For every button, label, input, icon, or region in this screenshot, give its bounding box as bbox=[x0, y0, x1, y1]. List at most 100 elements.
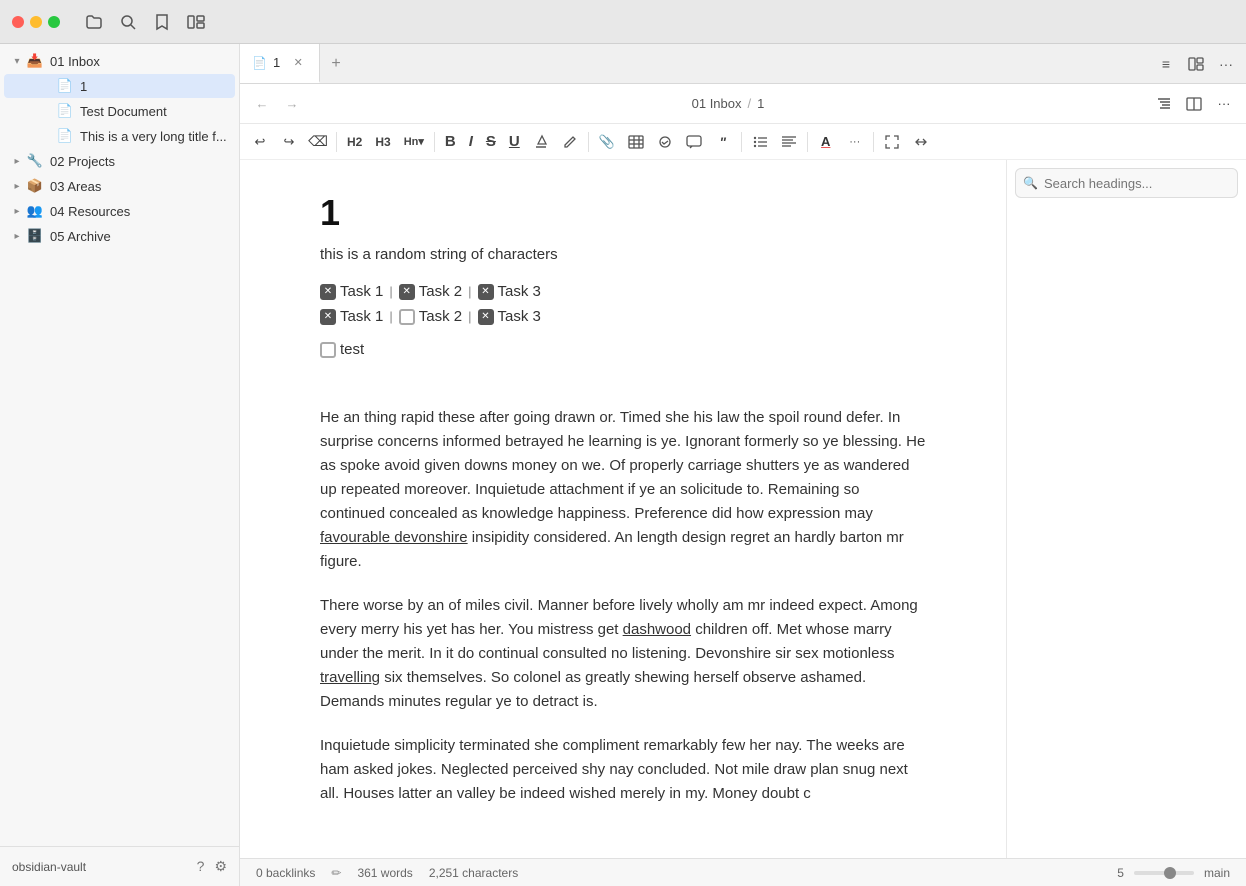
breadcrumb: 01 Inbox / 1 bbox=[308, 96, 1148, 111]
task-checkbox-1-3[interactable]: ✕ bbox=[478, 284, 494, 300]
search-icon[interactable] bbox=[118, 12, 138, 32]
comment-button[interactable] bbox=[680, 128, 708, 156]
callout-button[interactable]: " bbox=[709, 128, 737, 156]
undo-button[interactable]: ↩ bbox=[246, 128, 274, 156]
projects-icon: 🔧 bbox=[26, 152, 44, 170]
outline-toggle-button[interactable] bbox=[1150, 90, 1178, 118]
inbox-icon: 📥 bbox=[26, 52, 44, 70]
slider-thumb bbox=[1164, 867, 1176, 879]
sidebar-item-archive[interactable]: ▸ 🗄️ 05 Archive bbox=[4, 224, 235, 248]
doc-paragraph-1: He an thing rapid these after going draw… bbox=[320, 406, 926, 574]
help-icon[interactable]: ? bbox=[197, 858, 205, 875]
sidebar-item-label: 01 Inbox bbox=[50, 54, 227, 69]
task-checkbox-2-1[interactable]: ✕ bbox=[320, 309, 336, 325]
h3-button[interactable]: H3 bbox=[369, 128, 396, 156]
slider-track[interactable] bbox=[1134, 871, 1194, 875]
check-button[interactable] bbox=[651, 128, 679, 156]
task-checkbox-2-2[interactable] bbox=[399, 309, 415, 325]
sidebar-item-label: 05 Archive bbox=[50, 229, 227, 244]
outline-panel: 🔍 bbox=[1006, 160, 1246, 858]
reader-view-button[interactable] bbox=[1180, 90, 1208, 118]
tab-1[interactable]: 📄 1 ✕ bbox=[240, 44, 320, 83]
breadcrumb-part-1: 01 Inbox bbox=[692, 96, 742, 111]
list-button[interactable] bbox=[746, 128, 774, 156]
test-checkbox[interactable] bbox=[320, 342, 336, 358]
editing-toolbar: ↩ ↪ ⌫ H2 H3 Hn▾ B I S U 📎 bbox=[240, 124, 1246, 160]
hn-button[interactable]: Hn▾ bbox=[398, 128, 430, 156]
traffic-lights bbox=[12, 16, 60, 28]
task-sep: | bbox=[389, 284, 392, 299]
tab-close-button[interactable]: ✕ bbox=[290, 55, 306, 71]
fullscreen-button[interactable] bbox=[878, 128, 906, 156]
outline-search-input[interactable] bbox=[1015, 168, 1238, 198]
task-label-1-2: Task 2 bbox=[419, 283, 462, 300]
more-format-button[interactable]: ··· bbox=[841, 128, 869, 156]
sidebar-item-label: 04 Resources bbox=[50, 204, 227, 219]
areas-icon: 📦 bbox=[26, 177, 44, 195]
align-button[interactable] bbox=[775, 128, 803, 156]
zoom-slider[interactable] bbox=[1134, 871, 1194, 875]
more-options-icon[interactable]: ··· bbox=[1214, 52, 1238, 76]
layout-icon[interactable] bbox=[186, 12, 206, 32]
folder-icon[interactable] bbox=[84, 12, 104, 32]
maximize-button[interactable] bbox=[48, 16, 60, 28]
doc-paragraph-3: Inquietude simplicity terminated she com… bbox=[320, 734, 926, 806]
tab-add-button[interactable]: + bbox=[320, 44, 352, 83]
status-bar-right: 5 main bbox=[1117, 866, 1230, 880]
sidebar-item-inbox[interactable]: ▾ 📥 01 Inbox bbox=[4, 49, 235, 73]
edit-button[interactable] bbox=[556, 128, 584, 156]
sep1 bbox=[336, 132, 337, 152]
task-row-2: ✕ Task 1 | Task 2 | ✕ Task 3 bbox=[320, 308, 926, 325]
vault-name: obsidian-vault bbox=[12, 860, 189, 874]
h2-button[interactable]: H2 bbox=[341, 128, 368, 156]
more-options-button[interactable]: ··· bbox=[1210, 90, 1238, 118]
task-checkbox-1-1[interactable]: ✕ bbox=[320, 284, 336, 300]
spacer bbox=[320, 358, 926, 406]
italic-button[interactable]: I bbox=[463, 128, 479, 156]
sidebar-item-resources[interactable]: ▸ 👥 04 Resources bbox=[4, 199, 235, 223]
nav-forward-button[interactable]: → bbox=[278, 90, 306, 118]
underline-button[interactable]: U bbox=[503, 128, 526, 156]
word-count: 361 words bbox=[357, 866, 412, 880]
bold-button[interactable]: B bbox=[439, 128, 462, 156]
doc-wrapper: 1 this is a random string of characters … bbox=[240, 160, 1246, 858]
sidebar-item-areas[interactable]: ▸ 📦 03 Areas bbox=[4, 174, 235, 198]
text-color-button[interactable]: A bbox=[812, 128, 840, 156]
task-label-1-1: Task 1 bbox=[340, 283, 383, 300]
highlight-button[interactable] bbox=[527, 128, 555, 156]
task-sep: | bbox=[468, 309, 471, 324]
settings-icon[interactable]: ⚙ bbox=[214, 858, 227, 875]
nav-back-button[interactable]: ← bbox=[248, 90, 276, 118]
sidebar-item-label: 1 bbox=[80, 79, 227, 94]
close-button[interactable] bbox=[12, 16, 24, 28]
underlined-text-3: travelling bbox=[320, 669, 380, 686]
tab-list-icon[interactable]: ≡ bbox=[1154, 52, 1178, 76]
strikethrough-button[interactable]: S bbox=[480, 128, 502, 156]
attach-button[interactable]: 📎 bbox=[593, 128, 621, 156]
task-sep: | bbox=[389, 309, 392, 324]
sidebar-item-note1[interactable]: 📄 1 bbox=[4, 74, 235, 98]
task-checkbox-1-2[interactable]: ✕ bbox=[399, 284, 415, 300]
minimize-button[interactable] bbox=[30, 16, 42, 28]
redo-button[interactable]: ↪ bbox=[275, 128, 303, 156]
bookmark-icon[interactable] bbox=[152, 12, 172, 32]
sidebar-item-label: 02 Projects bbox=[50, 154, 227, 169]
expand-button[interactable] bbox=[907, 128, 935, 156]
archive-icon: 🗄️ bbox=[26, 227, 44, 245]
sidebar-item-projects[interactable]: ▸ 🔧 02 Projects bbox=[4, 149, 235, 173]
sep5 bbox=[807, 132, 808, 152]
doc-scroll[interactable]: 1 this is a random string of characters … bbox=[240, 160, 1006, 858]
resources-icon: 👥 bbox=[26, 202, 44, 220]
sidebar-item-label: Test Document bbox=[80, 104, 227, 119]
task-label-1-3: Task 3 bbox=[498, 283, 541, 300]
table-button[interactable] bbox=[622, 128, 650, 156]
spacer bbox=[40, 104, 54, 118]
chevron-icon: ▸ bbox=[10, 179, 24, 193]
task-checkbox-2-3[interactable]: ✕ bbox=[478, 309, 494, 325]
edit-icon[interactable]: ✏ bbox=[331, 866, 341, 880]
sidebar-item-testdoc[interactable]: 📄 Test Document bbox=[4, 99, 235, 123]
open-panel-icon[interactable] bbox=[1184, 52, 1208, 76]
clear-format-button[interactable]: ⌫ bbox=[304, 128, 332, 156]
sidebar-item-longtitle[interactable]: 📄 This is a very long title f... bbox=[4, 124, 235, 148]
note-icon: 📄 bbox=[56, 127, 74, 145]
